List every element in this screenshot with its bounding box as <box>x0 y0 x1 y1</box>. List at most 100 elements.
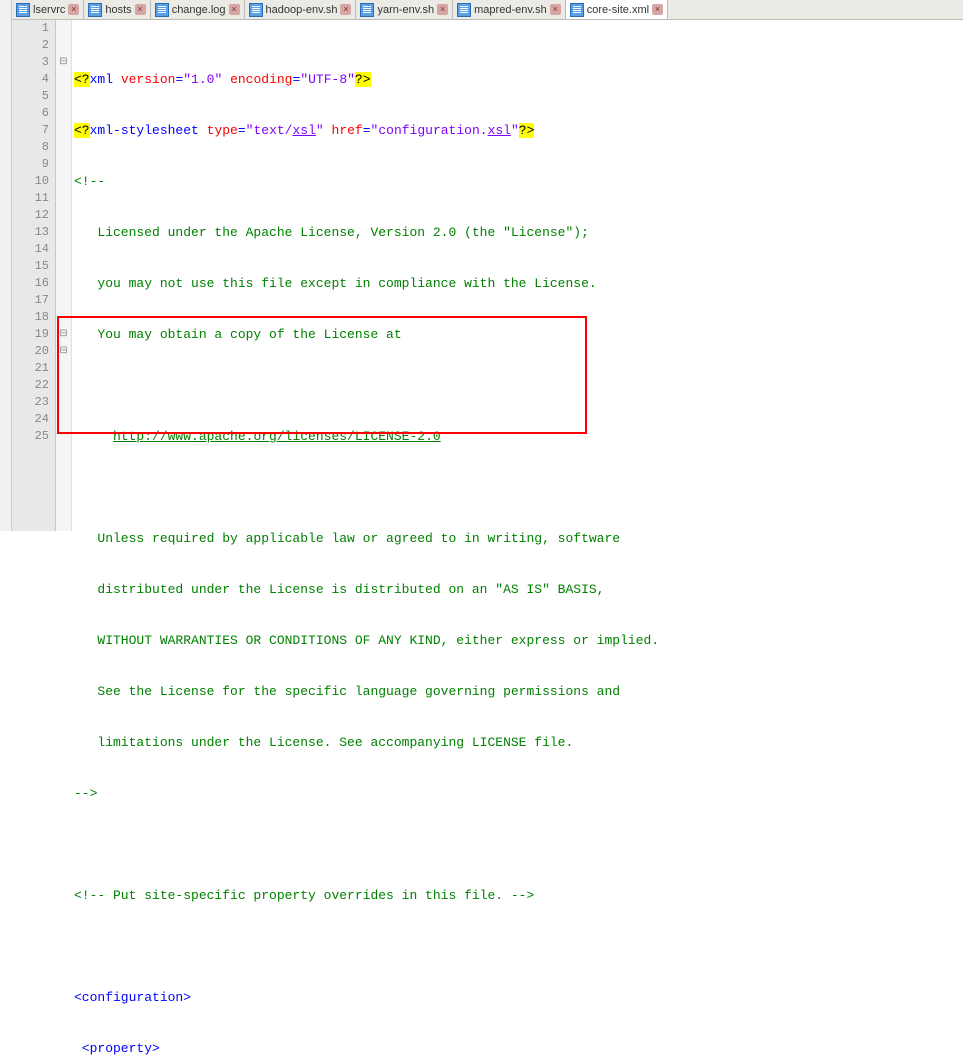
tab-lservrc[interactable]: lservrc× <box>12 0 84 19</box>
file-icon <box>88 3 102 17</box>
fold-empty <box>56 190 71 207</box>
attr: type <box>207 123 238 138</box>
close-icon[interactable]: × <box>229 4 240 15</box>
str: "1.0" <box>183 72 222 87</box>
line-number: 22 <box>12 377 49 394</box>
file-icon <box>457 3 471 17</box>
tab-hadoop-env-sh[interactable]: hadoop-env.sh× <box>245 0 357 19</box>
fold-empty <box>56 309 71 326</box>
line-number: 14 <box>12 241 49 258</box>
close-icon[interactable]: × <box>550 4 561 15</box>
fold-empty <box>56 88 71 105</box>
file-icon <box>16 3 30 17</box>
fold-empty <box>56 37 71 54</box>
str: " <box>511 123 519 138</box>
line-number: 17 <box>12 292 49 309</box>
tab-mapred-env-sh[interactable]: mapred-env.sh× <box>453 0 566 19</box>
code-line[interactable]: You may obtain a copy of the License at <box>74 326 963 343</box>
fold-empty <box>56 122 71 139</box>
fold-empty <box>56 20 71 37</box>
line-number-gutter: 1234567891011121314151617181920212223242… <box>12 20 56 531</box>
fold-empty <box>56 139 71 156</box>
fold-empty <box>56 173 71 190</box>
code-line[interactable]: See the License for the specific languag… <box>74 683 963 700</box>
line-number: 6 <box>12 105 49 122</box>
line-number: 20 <box>12 343 49 360</box>
attr: href <box>332 123 363 138</box>
tab-label: core-site.xml <box>587 4 649 16</box>
tab-label: change.log <box>172 4 226 16</box>
code-line[interactable] <box>74 479 963 496</box>
tab-core-site-xml[interactable]: core-site.xml× <box>566 0 668 19</box>
code-line[interactable] <box>74 377 963 394</box>
line-number: 12 <box>12 207 49 224</box>
eq: = <box>363 123 371 138</box>
line-number: 4 <box>12 71 49 88</box>
code-line[interactable]: http://www.apache.org/licenses/LICENSE-2… <box>74 428 963 445</box>
line-number: 16 <box>12 275 49 292</box>
code-line[interactable]: WITHOUT WARRANTIES OR CONDITIONS OF ANY … <box>74 632 963 649</box>
tab-label: hosts <box>105 4 131 16</box>
tab-change-log[interactable]: change.log× <box>151 0 245 19</box>
attr: encoding <box>230 72 292 87</box>
close-icon[interactable]: × <box>68 4 79 15</box>
fold-toggle-icon[interactable]: ⊟ <box>56 54 71 71</box>
line-number: 8 <box>12 139 49 156</box>
eq: = <box>238 123 246 138</box>
code-line[interactable]: <?xml version="1.0" encoding="UTF-8"?> <box>74 71 963 88</box>
file-icon <box>360 3 374 17</box>
tab-label: yarn-env.sh <box>377 4 434 16</box>
code-line[interactable]: Licensed under the Apache License, Versi… <box>74 224 963 241</box>
fold-toggle-icon[interactable]: ⊟ <box>56 326 71 343</box>
tab-label: lservrc <box>33 4 65 16</box>
fold-empty <box>56 377 71 394</box>
kw-xs: xml-stylesheet <box>90 123 207 138</box>
pi-open: <? <box>74 72 90 87</box>
line-number: 2 <box>12 37 49 54</box>
line-number: 10 <box>12 173 49 190</box>
file-icon <box>570 3 584 17</box>
line-number: 23 <box>12 394 49 411</box>
code-line[interactable]: you may not use this file except in comp… <box>74 275 963 292</box>
close-icon[interactable]: × <box>135 4 146 15</box>
code-line[interactable] <box>74 938 963 955</box>
line-number: 5 <box>12 88 49 105</box>
sp <box>324 123 332 138</box>
close-icon[interactable]: × <box>652 4 663 15</box>
tab-hosts[interactable]: hosts × <box>84 0 150 19</box>
license-url[interactable]: http://www.apache.org/licenses/LICENSE-2… <box>113 429 441 444</box>
fold-empty <box>56 394 71 411</box>
line-number: 1 <box>12 20 49 37</box>
code-line[interactable]: <?xml-stylesheet type="text/xsl" href="c… <box>74 122 963 139</box>
fold-empty <box>56 428 71 445</box>
fold-column: ⊟⊟⊟ <box>56 20 72 531</box>
kw-xml: xml <box>90 72 121 87</box>
code-line[interactable]: Unless required by applicable law or agr… <box>74 530 963 547</box>
xsl-link: xsl <box>488 123 511 138</box>
code-line[interactable]: limitations under the License. See accom… <box>74 734 963 751</box>
xsl-link: xsl <box>292 123 315 138</box>
tab-yarn-env-sh[interactable]: yarn-env.sh× <box>356 0 453 19</box>
code-line[interactable]: <!-- Put site-specific property override… <box>74 887 963 904</box>
code-line[interactable]: <configuration> <box>74 989 963 1006</box>
fold-empty <box>56 241 71 258</box>
left-stub <box>0 0 12 531</box>
code-line[interactable]: <!-- <box>74 173 963 190</box>
fold-toggle-icon[interactable]: ⊟ <box>56 343 71 360</box>
file-icon <box>155 3 169 17</box>
code-line[interactable]: distributed under the License is distrib… <box>74 581 963 598</box>
pi-close: ?> <box>355 72 371 87</box>
code-line[interactable] <box>74 836 963 853</box>
editor-area: 1234567891011121314151617181920212223242… <box>12 20 963 531</box>
tab-bar: lservrc×hosts×change.log×hadoop-env.sh×y… <box>12 0 963 20</box>
sp <box>222 72 230 87</box>
code-line[interactable]: <property> <box>74 1040 963 1057</box>
str: "UTF-8" <box>300 72 355 87</box>
line-number: 13 <box>12 224 49 241</box>
close-icon[interactable]: × <box>437 4 448 15</box>
attr: version <box>121 72 176 87</box>
code-line[interactable]: --> <box>74 785 963 802</box>
tab-label: mapred-env.sh <box>474 4 547 16</box>
close-icon[interactable]: × <box>340 4 351 15</box>
code-area[interactable]: <?xml version="1.0" encoding="UTF-8"?> <… <box>72 20 963 531</box>
